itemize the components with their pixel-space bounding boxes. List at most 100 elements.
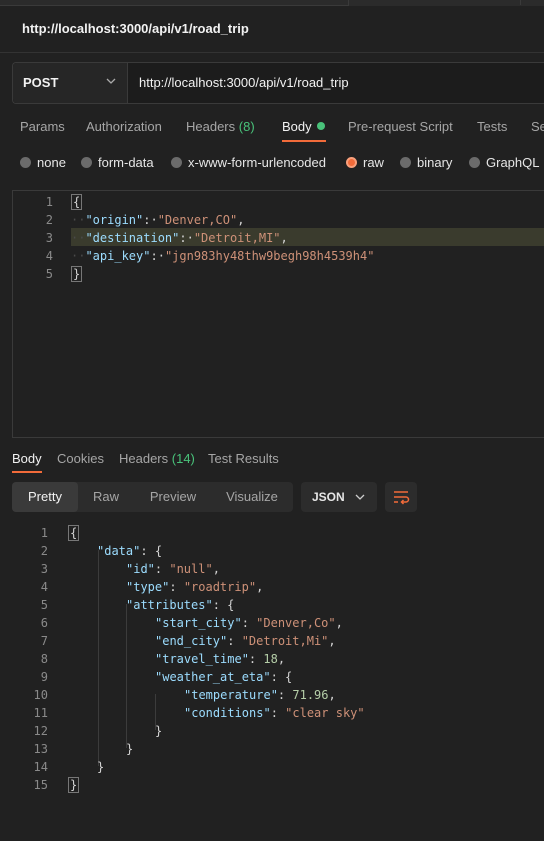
view-mode-toggle: Pretty Raw Preview Visualize (12, 482, 293, 512)
radio-raw-label: raw (363, 155, 384, 170)
format-select[interactable]: JSON (301, 482, 377, 512)
tab-body-underline (282, 140, 326, 142)
line-number: 5 (40, 598, 48, 612)
line-number: 5 (45, 267, 53, 281)
response-tabs: Body Cookies Headers (14) Test Results (0, 446, 544, 472)
line-number: 4 (40, 580, 48, 594)
radio-none[interactable]: none (20, 155, 66, 170)
tab-overflow[interactable] (520, 0, 544, 5)
response-headers-label: Headers (119, 451, 169, 466)
code-line: } (155, 724, 163, 738)
radio-circle-icon (81, 157, 92, 168)
radio-circle-icon (469, 157, 480, 168)
radio-binary-label: binary (417, 155, 453, 170)
window-tab-strip (0, 0, 544, 6)
radio-binary[interactable]: binary (400, 155, 452, 170)
code-line: "start_city": "Denver,Co", (155, 616, 343, 630)
json-key: "destination" (85, 231, 180, 245)
format-label: JSON (312, 490, 345, 504)
line-number: 13 (33, 742, 48, 756)
line-number: 15 (33, 778, 48, 792)
code-line: "type": "roadtrip", (126, 580, 264, 594)
radio-circle-icon (400, 157, 411, 168)
line-number: 1 (40, 526, 48, 540)
radio-none-label: none (37, 155, 66, 170)
code-line: } (97, 760, 105, 774)
code-line: "conditions": "clear sky" (184, 706, 365, 720)
url-bar: POST http://localhost:3000/api/v1/road_t… (12, 62, 544, 104)
tab-pre-request-script[interactable]: Pre-request Script (348, 119, 453, 134)
method-label: POST (23, 75, 59, 90)
response-body-viewer[interactable]: 1 {2 "data": {3 "id": "null", 4 "type": "road… (0, 520, 544, 841)
url-input[interactable]: http://localhost:3000/api/v1/road_trip (139, 75, 349, 90)
radio-circle-icon (20, 157, 31, 168)
tab-authorization[interactable]: Authorization (86, 119, 162, 134)
line-number: 2 (40, 544, 48, 558)
line-number: 14 (33, 760, 48, 774)
chevron-down-icon (105, 75, 117, 90)
indent-guide (98, 550, 99, 766)
radio-form-data[interactable]: form-data (81, 155, 154, 170)
tab-settings[interactable]: Se (531, 119, 544, 134)
code-line: "weather_at_eta": { (155, 670, 293, 684)
view-preview-button[interactable]: Preview (138, 482, 208, 512)
json-value: "Denver,CO" (157, 213, 238, 227)
line-number: 12 (33, 724, 48, 738)
radio-form-data-label: form-data (98, 155, 154, 170)
radio-x-www-form-urlencoded[interactable]: x-www-form-urlencoded (171, 155, 326, 170)
view-pretty-button[interactable]: Pretty (12, 482, 78, 512)
radio-circle-icon (171, 157, 182, 168)
divider (0, 52, 544, 53)
json-value: "jgn983hy48thw9begh98h4539h4" (164, 249, 375, 263)
request-tabs: Params Authorization Headers (8) Body Pr… (0, 112, 544, 142)
code-line: { (71, 194, 83, 210)
tab-headers[interactable]: Headers (8) (186, 119, 255, 134)
line-number: 10 (33, 688, 48, 702)
indent-guide (126, 604, 127, 748)
response-tab-underline (12, 471, 42, 473)
code-line: "data": { (97, 544, 163, 558)
code-line: ··"destination":·"Detroit,MI", (71, 231, 288, 245)
line-number: 3 (45, 231, 53, 245)
code-line: { (68, 525, 80, 541)
tab-headers-count: (8) (238, 119, 255, 134)
line-number: 6 (40, 616, 48, 630)
code-line: ··"origin":·"Denver,CO", (71, 213, 245, 227)
code-line: } (71, 266, 83, 282)
line-number: 4 (45, 249, 53, 263)
tab-tests[interactable]: Tests (477, 119, 507, 134)
line-number: 1 (45, 195, 53, 209)
code-line: "travel_time": 18, (155, 652, 286, 666)
code-line: } (68, 777, 80, 793)
json-key: "api_key" (85, 249, 151, 263)
radio-graphql[interactable]: GraphQL (469, 155, 539, 170)
response-tab-body[interactable]: Body (12, 451, 42, 466)
code-line: "end_city": "Detroit,Mi", (155, 634, 336, 648)
request-tab[interactable] (0, 0, 349, 6)
wrap-lines-button[interactable] (385, 482, 417, 512)
line-number: 9 (40, 670, 48, 684)
tab-params[interactable]: Params (20, 119, 65, 134)
brace-open: { (71, 194, 83, 210)
json-key: "origin" (85, 213, 144, 227)
request-body-editor[interactable]: 1 { 2 ··"origin":·"Denver,CO", 3 ··"dest… (12, 190, 544, 438)
response-tab-cookies[interactable]: Cookies (57, 451, 104, 466)
code-line: "id": "null", (126, 562, 220, 576)
line-number: 7 (40, 634, 48, 648)
response-tab-test-results[interactable]: Test Results (208, 451, 279, 466)
radio-raw[interactable]: raw (346, 155, 384, 170)
response-tab-headers[interactable]: Headers (14) (119, 451, 195, 466)
radio-selected-icon (346, 157, 357, 168)
json-comma: , (237, 213, 245, 227)
radio-graphql-label: GraphQL (486, 155, 540, 170)
json-value: "Detroit,MI" (193, 231, 281, 245)
modified-dot-icon (316, 122, 325, 130)
chevron-down-icon (354, 491, 366, 506)
method-select[interactable]: POST (13, 63, 128, 103)
body-type-radios: none form-data x-www-form-urlencoded raw… (0, 150, 544, 174)
tab-body[interactable]: Body (282, 119, 325, 134)
view-raw-button[interactable]: Raw (78, 482, 134, 512)
radio-urlencoded-label: x-www-form-urlencoded (188, 155, 326, 170)
wrap-lines-icon (394, 491, 410, 505)
view-visualize-button[interactable]: Visualize (212, 482, 292, 512)
